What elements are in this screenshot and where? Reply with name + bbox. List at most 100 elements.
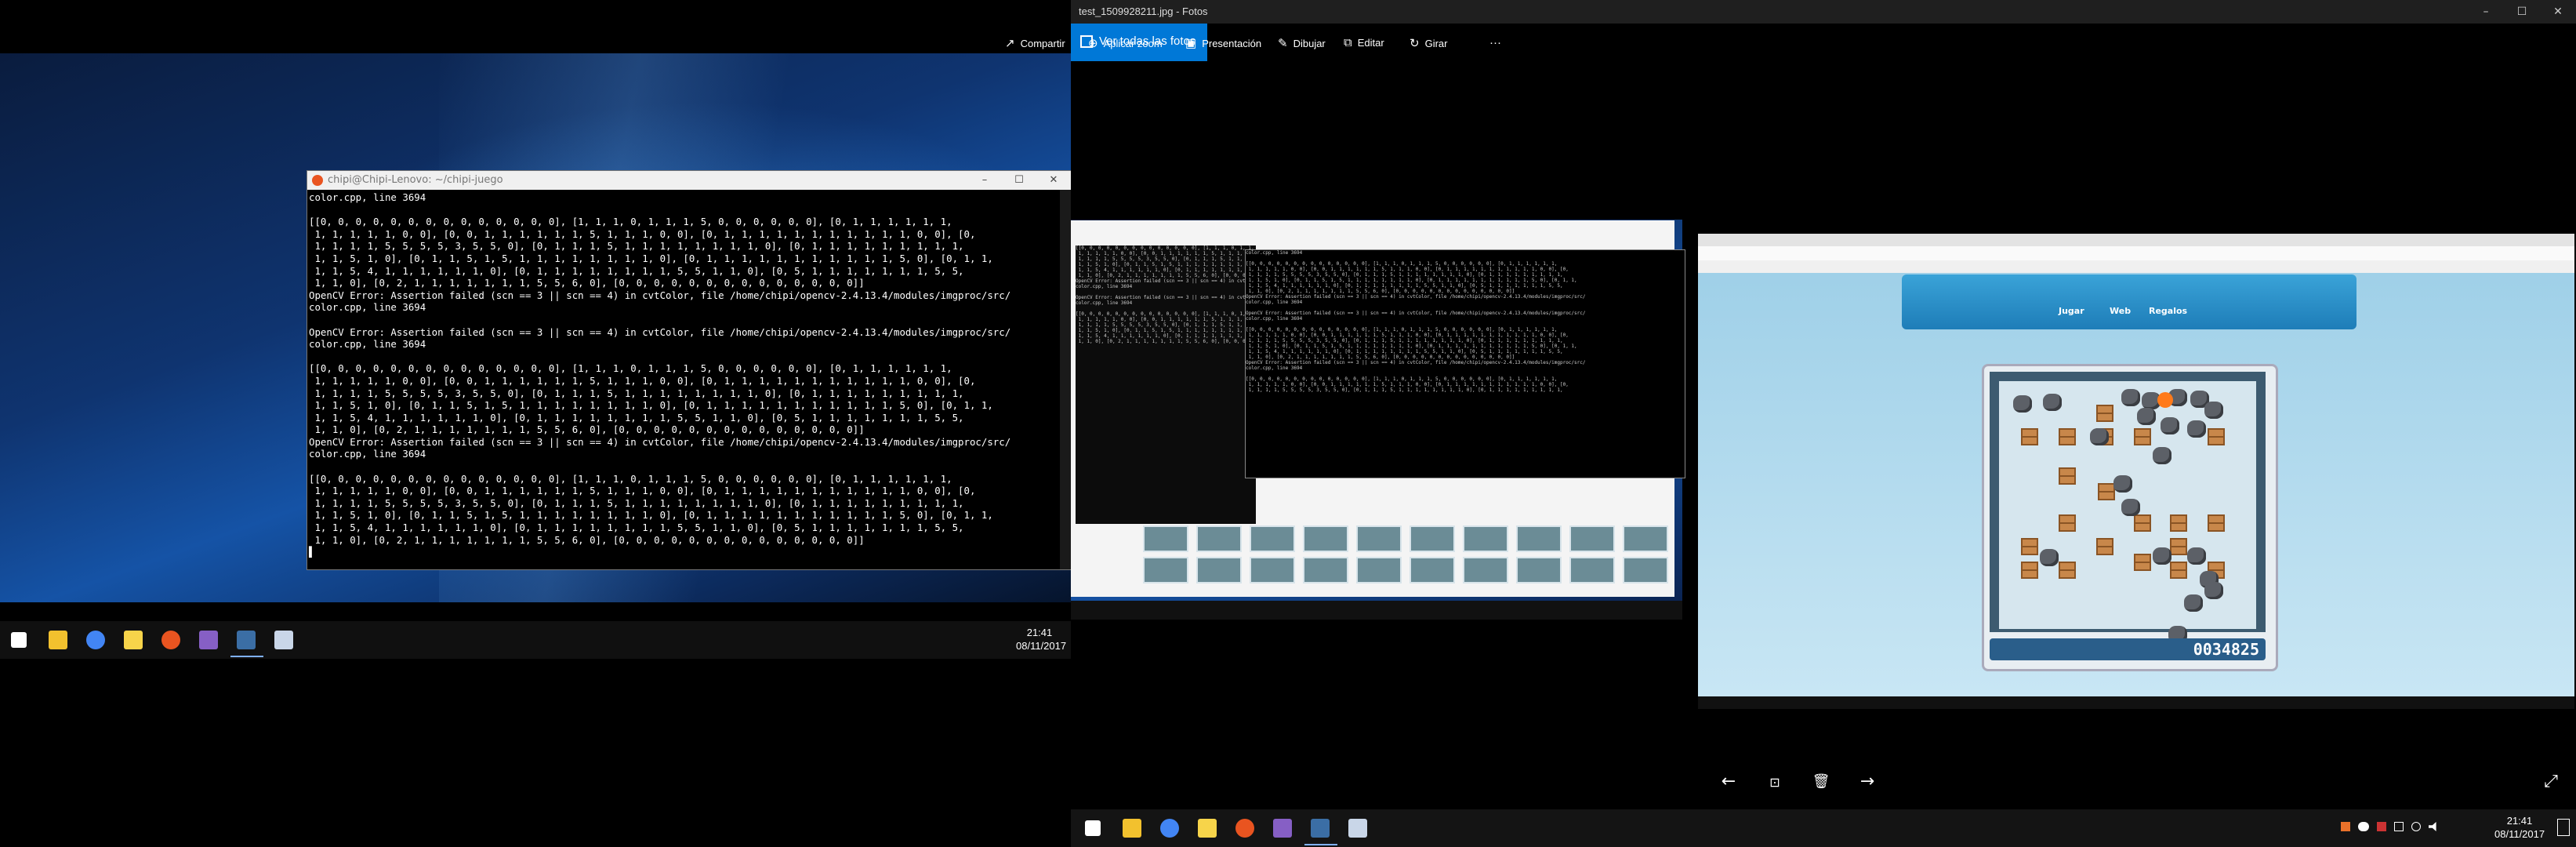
photos-icon[interactable]	[1304, 819, 1337, 845]
zoom-icon: ⊕	[1088, 37, 1098, 50]
visual-studio-icon[interactable]	[199, 631, 218, 649]
game-crate	[2208, 514, 2225, 532]
windows-start-icon[interactable]	[11, 632, 27, 648]
close-button[interactable]: ✕	[1036, 171, 1071, 190]
maximize-button[interactable]: ☐	[2504, 0, 2540, 24]
maximize-button[interactable]: ☐	[1002, 171, 1036, 190]
photo-inner-thumbnail	[1250, 557, 1295, 583]
fullscreen-button[interactable]: ⤢	[2535, 772, 2567, 791]
photo-inner-thumbnail	[1623, 525, 1668, 552]
chrome-icon[interactable]	[86, 631, 105, 649]
sticky-notes-icon[interactable]	[124, 631, 143, 649]
sticky-notes-icon[interactable]	[1198, 819, 1217, 838]
taskbar-clock[interactable]: 21:41 08/11/2017	[2494, 814, 2545, 841]
game-crate	[2059, 562, 2076, 579]
game-tab-regalos: Regalos	[2149, 306, 2188, 316]
photo-inner-thumbnail	[1516, 557, 1562, 583]
notifications-icon[interactable]	[2557, 819, 2570, 836]
photo-inner-thumbnails	[1074, 525, 1678, 594]
file-explorer-icon[interactable]	[1123, 819, 1141, 838]
toolbar-draw-button[interactable]: ✎ Dibujar	[1278, 36, 1326, 50]
wifi-icon[interactable]	[2411, 822, 2421, 831]
edit-icon: ⧉	[1344, 36, 1352, 49]
photo-inner-thumbnail	[1303, 557, 1348, 583]
photo-inner-thumbnail	[1303, 525, 1348, 552]
battery-icon[interactable]	[2394, 822, 2404, 831]
game-header: Jugar Web Regalos	[1902, 274, 2356, 329]
file-explorer-icon[interactable]	[49, 631, 67, 649]
photo-inner-thumbnail	[1569, 525, 1615, 552]
toolbar-slideshow-button[interactable]: ▣ Presentación	[1185, 36, 1261, 50]
game-status-bar: 0034825	[1990, 638, 2266, 660]
photo-inner-taskbar	[1071, 601, 1682, 620]
photo-inner-thumbnail	[1356, 525, 1402, 552]
draw-icon: ✎	[1278, 37, 1288, 50]
toolbar-zoom-button[interactable]: ⊕ Aplicar zoom	[1088, 36, 1163, 50]
game-rock	[2043, 394, 2062, 411]
tray-app-icon[interactable]	[2341, 822, 2350, 831]
toolbar-label: Editar	[1357, 37, 1384, 49]
photo-inner-thumbnail	[1250, 525, 1295, 552]
toolbar-rotate-button[interactable]: ↻ Girar	[1410, 36, 1447, 50]
game-crate	[2096, 405, 2113, 422]
game-crate	[2170, 514, 2187, 532]
game-crate	[2134, 554, 2151, 571]
terminal-title: chipi@Chipi-Lenovo: ~/chipi-juego	[328, 174, 503, 186]
ubuntu-icon[interactable]	[161, 631, 180, 649]
game-rock	[2113, 475, 2132, 493]
photo-inner-thumbnail	[1410, 525, 1455, 552]
windows-start-icon[interactable]	[1085, 820, 1101, 836]
minimize-button[interactable]: –	[2468, 0, 2504, 24]
visual-studio-icon[interactable]	[1273, 819, 1292, 838]
game-rock	[2121, 499, 2140, 516]
clock-time: 21:41	[1026, 627, 1053, 638]
photo-inner-thumbnail	[1516, 525, 1562, 552]
browser-urlbar	[1698, 246, 2574, 261]
photo-info-button[interactable]: ⊡	[1759, 775, 1791, 790]
game-rock	[2040, 549, 2059, 566]
photo-inner-thumbnail	[1143, 557, 1188, 583]
terminal-window[interactable]: chipi@Chipi-Lenovo: ~/chipi-juego – ☐ ✕ …	[307, 170, 1071, 570]
system-tray[interactable]	[2341, 822, 2474, 834]
photos-app-window: test_1509928211.jpg - Fotos – ☐ ✕ Ver to…	[1005, 0, 2576, 847]
game-crate	[2134, 428, 2151, 445]
previous-photo-button[interactable]: ←	[1713, 772, 1744, 791]
close-button[interactable]: ✕	[2540, 0, 2576, 24]
terminal-output[interactable]: color.cpp, line 3694 [[0, 0, 0, 0, 0, 0,…	[307, 190, 1060, 569]
volume-icon[interactable]	[2429, 822, 2436, 831]
game-crate	[2059, 514, 2076, 532]
taskbar-right: 21:41 08/11/2017	[1071, 809, 2576, 847]
taskbar: 21:41 08/11/2017	[0, 621, 1071, 659]
terminal-titlebar[interactable]: chipi@Chipi-Lenovo: ~/chipi-juego – ☐ ✕	[307, 171, 1071, 191]
photo-inner-thumbnail	[1356, 557, 1402, 583]
toolbar-share-button[interactable]: ↗ Compartir	[1005, 36, 1065, 50]
game-rock	[2121, 389, 2140, 406]
taskbar-clock[interactable]: 21:41 08/11/2017	[1016, 626, 1066, 653]
game-rock	[2153, 447, 2171, 464]
photo-viewer[interactable]: [[0, 0, 0, 0, 0, 0, 0, 0, 0, 0, 0, 0, 0,…	[1071, 63, 2576, 784]
minimize-button[interactable]: –	[967, 171, 1002, 190]
toolbar-edit-button[interactable]: ⧉ Editar	[1344, 36, 1384, 49]
game-score: 0034825	[2193, 640, 2259, 659]
photos-titlebar[interactable]: test_1509928211.jpg - Fotos – ☐ ✕	[1071, 0, 2576, 24]
toolbar-label: Compartir	[1020, 37, 1065, 49]
more-icon: ···	[1489, 36, 1501, 49]
photo-inner-thumbnail	[1463, 525, 1508, 552]
game-crate	[2021, 562, 2038, 579]
game-crate	[2096, 538, 2113, 555]
chrome-icon[interactable]	[1160, 819, 1179, 838]
next-photo-button[interactable]: →	[1852, 772, 1883, 791]
tray-red-icon[interactable]	[2377, 822, 2386, 831]
terminal-scrollbar[interactable]	[1060, 190, 1071, 569]
terminal-icon[interactable]	[274, 631, 293, 649]
game-crate	[2170, 538, 2187, 555]
toolbar-more-button[interactable]: ···	[1489, 36, 1501, 49]
terminal-icon[interactable]	[1348, 819, 1367, 838]
onedrive-icon[interactable]	[2358, 822, 2369, 831]
share-icon: ↗	[1005, 37, 1015, 50]
ubuntu-icon[interactable]	[1235, 819, 1254, 838]
photos-icon[interactable]	[230, 631, 263, 657]
toolbar-label: Girar	[1424, 37, 1448, 49]
game-player-icon	[2157, 392, 2173, 408]
delete-photo-button[interactable]: 🗑	[1805, 773, 1837, 790]
